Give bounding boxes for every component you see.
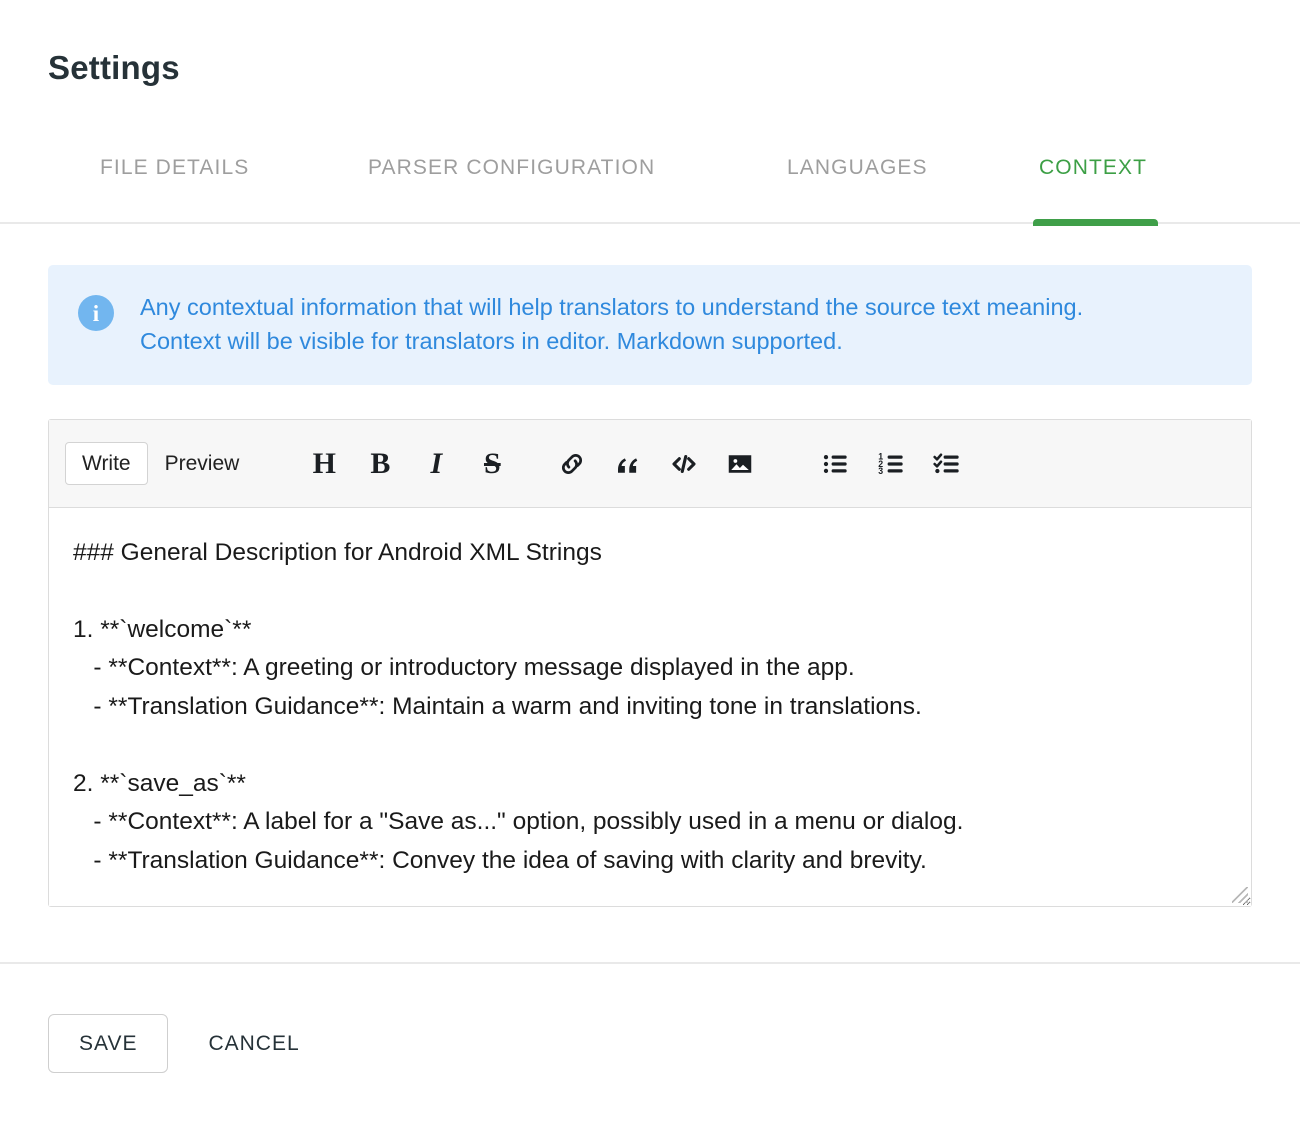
strikethrough-icon[interactable]: S bbox=[464, 436, 520, 492]
info-banner: i Any contextual information that will h… bbox=[48, 265, 1252, 385]
footer-divider bbox=[0, 962, 1300, 964]
tab-label: PARSER CONFIGURATION bbox=[368, 156, 655, 180]
quote-icon[interactable] bbox=[600, 436, 656, 492]
tab-file-details[interactable]: FILE DETAILS bbox=[94, 140, 266, 224]
tab-languages[interactable]: LANGUAGES bbox=[781, 140, 938, 224]
info-banner-text: Any contextual information that will hel… bbox=[140, 291, 1160, 359]
page-title: Settings bbox=[48, 48, 180, 88]
heading-glyph: H bbox=[313, 449, 336, 479]
ordered-list-icon[interactable]: 1 2 3 bbox=[864, 436, 920, 492]
bold-icon[interactable]: B bbox=[352, 436, 408, 492]
cancel-button[interactable]: CANCEL bbox=[182, 1015, 325, 1072]
italic-glyph: I bbox=[430, 449, 442, 479]
editor-body bbox=[49, 508, 1251, 906]
active-tab-indicator bbox=[1033, 219, 1158, 226]
tab-label: CONTEXT bbox=[1039, 156, 1147, 180]
unordered-list-icon[interactable] bbox=[808, 436, 864, 492]
tab-context[interactable]: CONTEXT bbox=[1033, 140, 1158, 224]
footer-actions: SAVE CANCEL bbox=[48, 1014, 326, 1073]
write-mode-button[interactable]: Write bbox=[65, 442, 148, 485]
bold-glyph: B bbox=[370, 449, 390, 479]
context-markdown-textarea[interactable] bbox=[49, 508, 1251, 906]
heading-icon[interactable]: H bbox=[296, 436, 352, 492]
save-button[interactable]: SAVE bbox=[48, 1014, 168, 1073]
tab-parser-configuration[interactable]: PARSER CONFIGURATION bbox=[362, 140, 687, 224]
tab-label: FILE DETAILS bbox=[100, 156, 249, 180]
code-icon[interactable] bbox=[656, 436, 712, 492]
image-icon[interactable] bbox=[712, 436, 768, 492]
strikethrough-glyph: S bbox=[484, 449, 501, 479]
settings-page: Settings FILE DETAILS PARSER CONFIGURATI… bbox=[0, 0, 1300, 1132]
info-icon: i bbox=[78, 295, 114, 331]
editor-toolbar: Write Preview H B I S bbox=[49, 420, 1251, 508]
link-icon[interactable] bbox=[544, 436, 600, 492]
italic-icon[interactable]: I bbox=[408, 436, 464, 492]
preview-mode-button[interactable]: Preview bbox=[148, 442, 257, 485]
svg-text:3: 3 bbox=[879, 466, 884, 476]
task-list-icon[interactable] bbox=[920, 436, 976, 492]
markdown-editor: Write Preview H B I S bbox=[48, 419, 1252, 907]
tab-label: LANGUAGES bbox=[787, 156, 928, 180]
settings-tabs: FILE DETAILS PARSER CONFIGURATION LANGUA… bbox=[0, 140, 1300, 224]
